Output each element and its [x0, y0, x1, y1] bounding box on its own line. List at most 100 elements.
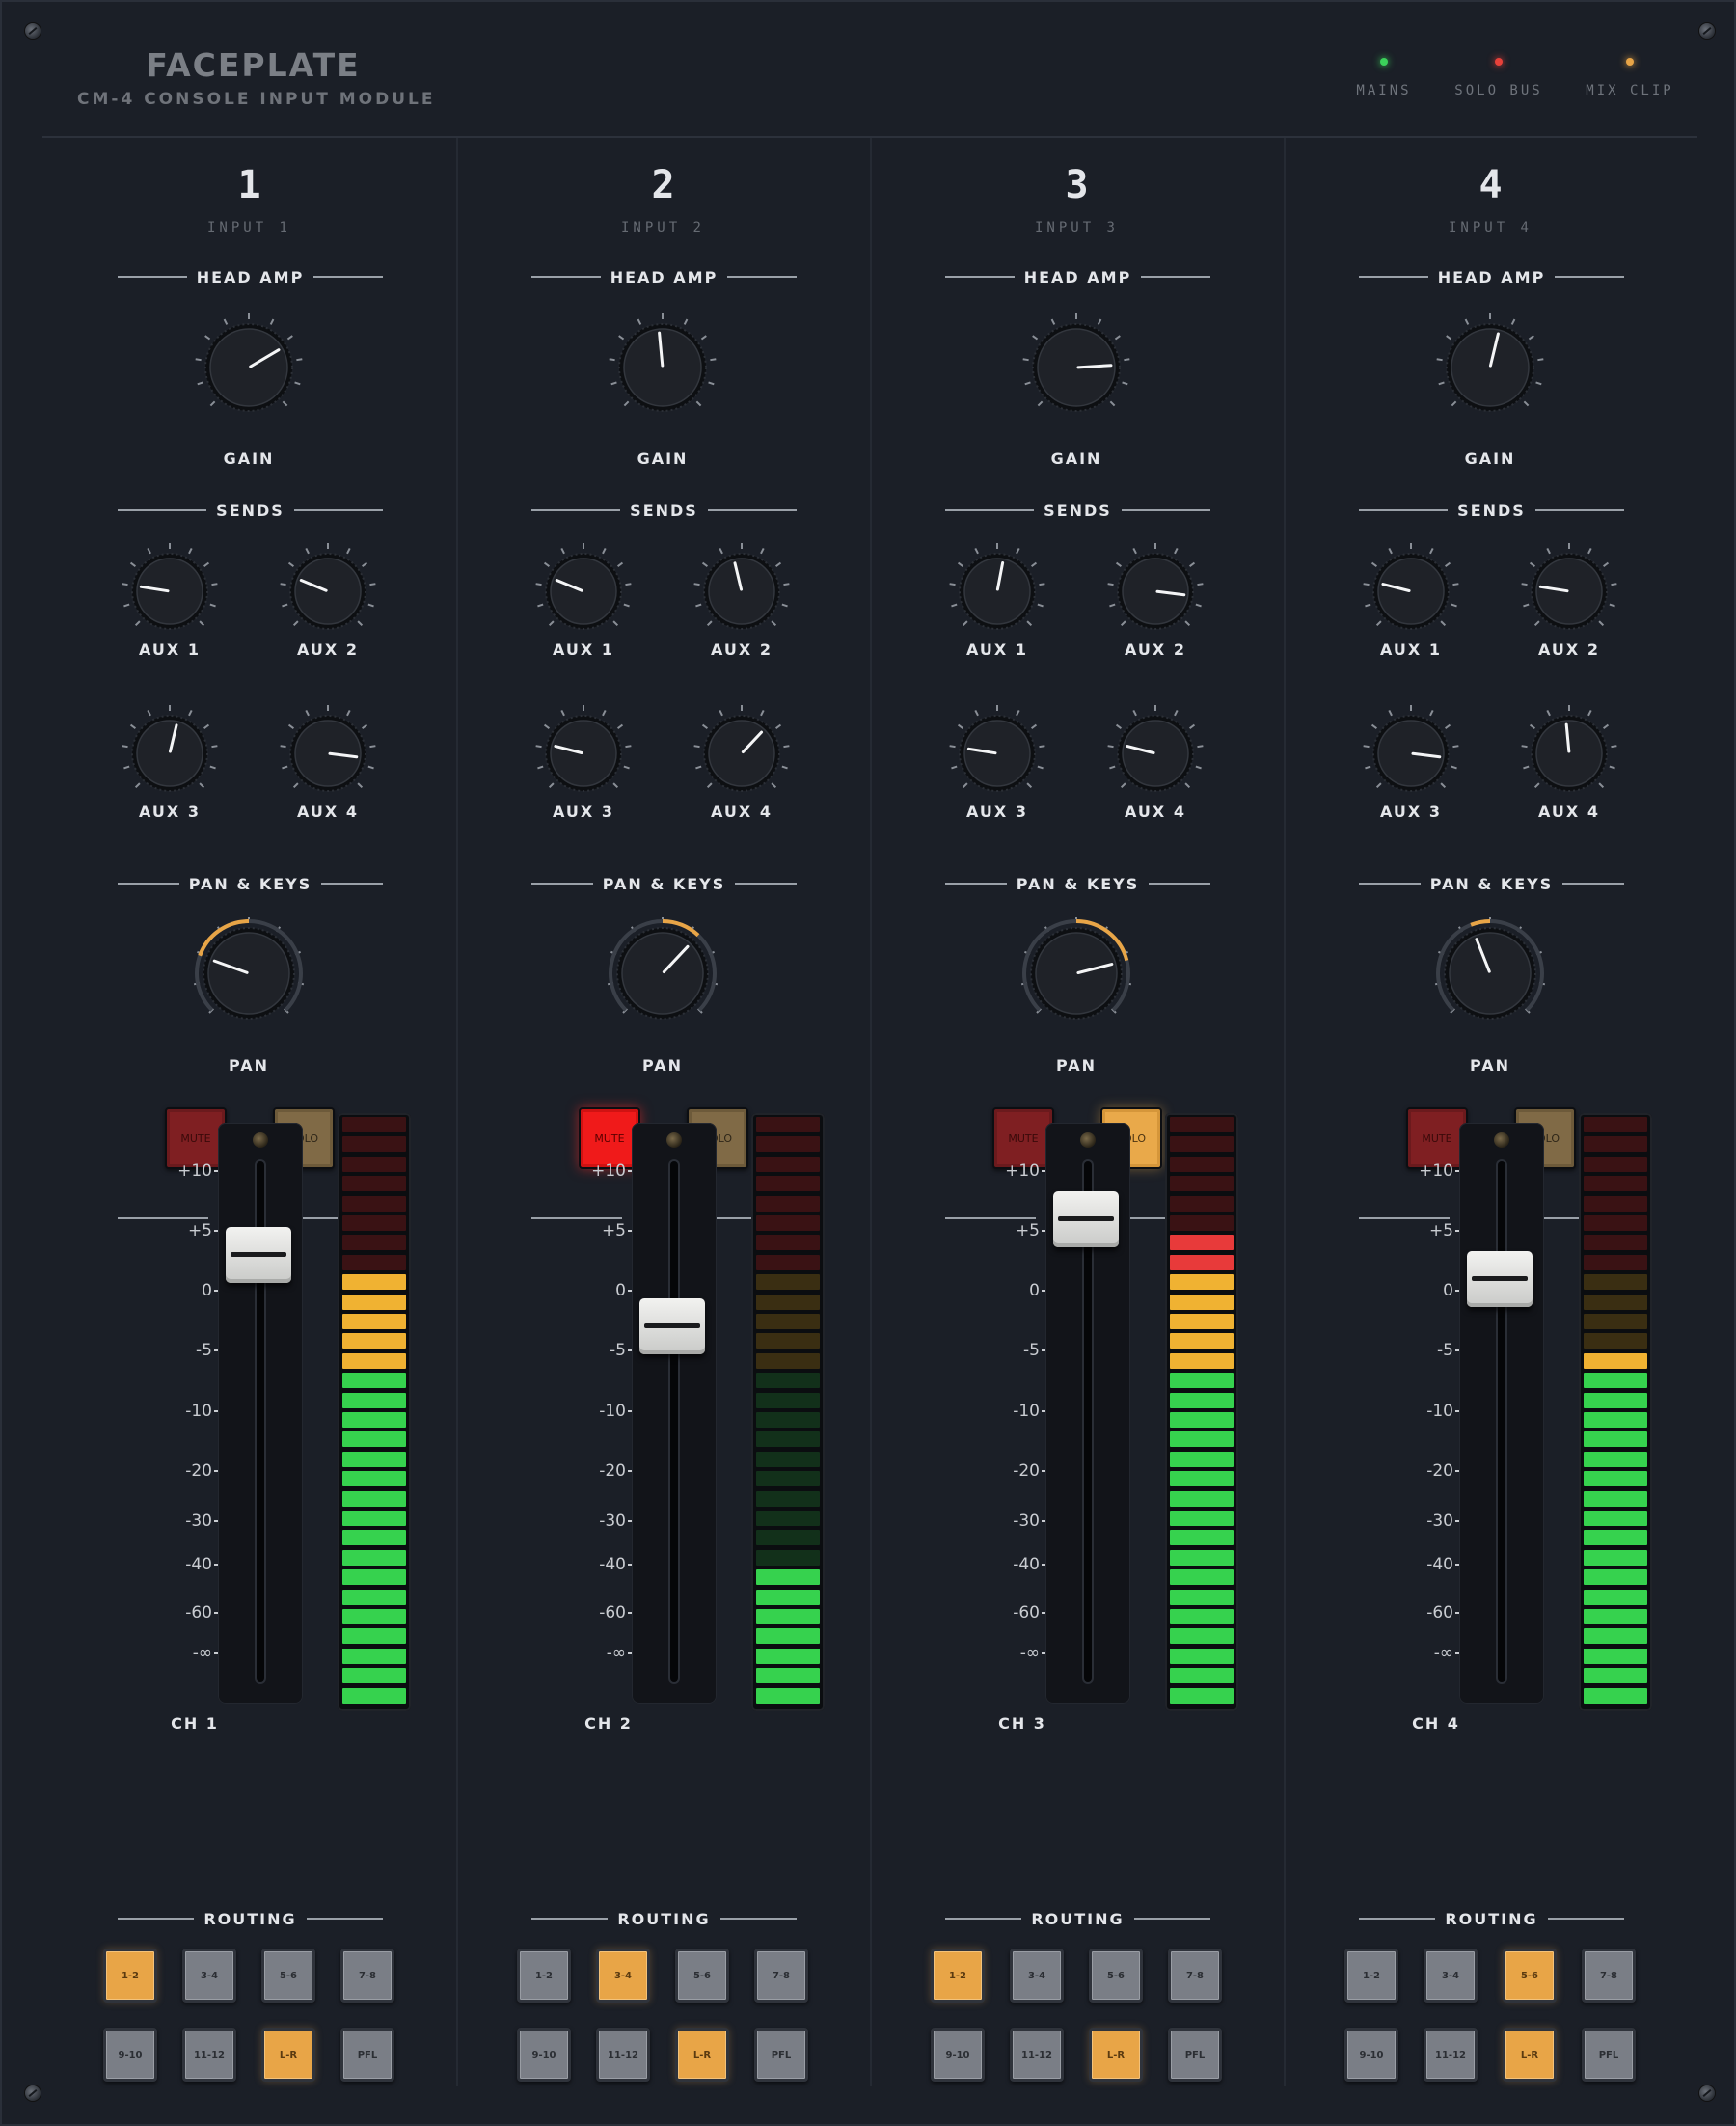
meter-segment: [756, 1431, 820, 1448]
knob-tick: [346, 709, 351, 717]
pan-knob[interactable]: [1428, 912, 1552, 1035]
aux-send-knob-3[interactable]: [943, 699, 1051, 807]
routing-button-3-4[interactable]: 3-4: [1010, 1949, 1064, 2003]
gain-knob[interactable]: [603, 308, 722, 427]
meter-segment: [342, 1530, 406, 1546]
pan-knob[interactable]: [1015, 912, 1138, 1035]
pan-knob[interactable]: [187, 912, 311, 1035]
routing-button-l-r[interactable]: L-R: [1503, 2028, 1557, 2082]
routing-button-11-12[interactable]: 11-12: [596, 2028, 650, 2082]
meter-segment: [756, 1609, 820, 1624]
fader-cap[interactable]: [226, 1226, 291, 1283]
fader-scale-label: +5: [1015, 1221, 1040, 1240]
routing-button-7-8[interactable]: 7-8: [1582, 1949, 1636, 2003]
routing-button-5-6[interactable]: 5-6: [1503, 1949, 1557, 2003]
aux-send-knob-3[interactable]: [116, 699, 224, 807]
aux-send-knob-1[interactable]: [116, 537, 224, 645]
knob-tick: [195, 358, 202, 362]
knob-tick: [775, 723, 782, 729]
routing-button-pfl[interactable]: PFL: [340, 2028, 394, 2082]
aux-label: AUX 1: [553, 641, 614, 659]
knob-cap: [207, 932, 290, 1015]
section-head-amp: HEAD AMP: [531, 267, 797, 286]
knob-tick: [122, 583, 128, 586]
routing-button-9-10[interactable]: 9-10: [517, 2028, 571, 2082]
routing-button-5-6[interactable]: 5-6: [261, 1949, 315, 2003]
routing-button-3-4[interactable]: 3-4: [596, 1949, 650, 2003]
meter-segment: [1170, 1431, 1234, 1448]
gain-knob[interactable]: [1017, 308, 1136, 427]
knob-tick: [1451, 603, 1457, 608]
routing-button-1-2[interactable]: 1-2: [517, 1949, 571, 2003]
section-rule: [1359, 1217, 1450, 1219]
meter-segment: [342, 1668, 406, 1684]
aux-send-knob-1[interactable]: [943, 537, 1051, 645]
routing-button-l-r[interactable]: L-R: [1089, 2028, 1143, 2082]
section-rule: [1359, 1918, 1436, 1920]
fader-cap[interactable]: [1053, 1190, 1119, 1247]
meter-segment: [756, 1648, 820, 1664]
aux-send-knob-1[interactable]: [529, 537, 637, 645]
knob-tick: [357, 620, 364, 627]
aux-send-knob-2[interactable]: [688, 537, 796, 645]
knob-tick: [623, 603, 630, 608]
aux-send-knob-3[interactable]: [529, 699, 637, 807]
section-routing-label: ROUTING: [203, 1909, 297, 1928]
fader-cap[interactable]: [639, 1298, 705, 1355]
gain-knob[interactable]: [189, 308, 309, 427]
gain-knob[interactable]: [1430, 308, 1550, 427]
aux-send-knob-4[interactable]: [1101, 699, 1209, 807]
aux-send-knob-3[interactable]: [1357, 699, 1465, 807]
knob-tick: [286, 335, 293, 341]
routing-button-pfl[interactable]: PFL: [1582, 2028, 1636, 2082]
knob-tick: [1440, 620, 1447, 627]
knob-tick: [560, 547, 565, 555]
knob-tick: [1529, 723, 1535, 729]
routing-button-7-8[interactable]: 7-8: [340, 1949, 394, 2003]
pan-knob[interactable]: [601, 912, 724, 1035]
knob-tick: [1037, 603, 1044, 608]
knob-tick: [962, 620, 968, 627]
meter-segment: [756, 1254, 820, 1270]
routing-button-pfl[interactable]: PFL: [1168, 2028, 1222, 2082]
aux-send-knob-1[interactable]: [1357, 537, 1465, 645]
routing-button-7-8[interactable]: 7-8: [754, 1949, 808, 2003]
meter-segment: [756, 1549, 820, 1566]
knob-tick: [1429, 709, 1434, 717]
knob-tick: [1189, 723, 1196, 729]
routing-button-l-r[interactable]: L-R: [675, 2028, 729, 2082]
aux-send-knob-4[interactable]: [1515, 699, 1623, 807]
routing-button-1-2[interactable]: 1-2: [931, 1949, 985, 2003]
routing-button-1-2[interactable]: 1-2: [103, 1949, 157, 2003]
fader-scale-label: -40: [1013, 1555, 1040, 1574]
routing-button-l-r[interactable]: L-R: [261, 2028, 315, 2082]
routing-button-5-6[interactable]: 5-6: [675, 1949, 729, 2003]
routing-button-9-10[interactable]: 9-10: [931, 2028, 985, 2082]
gain-label: GAIN: [637, 450, 689, 468]
aux-send-knob-4[interactable]: [688, 699, 796, 807]
routing-button-1-2[interactable]: 1-2: [1344, 1949, 1398, 2003]
knob-tick: [1388, 709, 1393, 717]
fader-scale-label: +10: [591, 1161, 626, 1181]
knob-tick: [1611, 745, 1617, 749]
routing-button-pfl[interactable]: PFL: [754, 2028, 808, 2082]
routing-button-9-10[interactable]: 9-10: [1344, 2028, 1398, 2082]
routing-button-5-6[interactable]: 5-6: [1089, 1949, 1143, 2003]
routing-button-3-4[interactable]: 3-4: [182, 1949, 236, 2003]
routing-button-11-12[interactable]: 11-12: [1010, 2028, 1064, 2082]
aux-send-knob-2[interactable]: [1515, 537, 1623, 645]
routing-button-11-12[interactable]: 11-12: [1424, 2028, 1478, 2082]
fader-scale-label: -60: [1426, 1603, 1453, 1622]
aux-send-knob-2[interactable]: [274, 537, 382, 645]
routing-button-3-4[interactable]: 3-4: [1424, 1949, 1478, 2003]
knob-tick: [1609, 765, 1615, 770]
knob-tick: [1197, 745, 1204, 749]
routing-button-11-12[interactable]: 11-12: [182, 2028, 236, 2082]
aux-send-knob-2[interactable]: [1101, 537, 1209, 645]
level-meter: [1579, 1113, 1652, 1711]
routing-button-9-10[interactable]: 9-10: [103, 2028, 157, 2082]
fader-cap[interactable]: [1467, 1250, 1533, 1307]
aux-send-knob-4[interactable]: [274, 699, 382, 807]
fader-scale-label: -60: [185, 1603, 212, 1622]
routing-button-7-8[interactable]: 7-8: [1168, 1949, 1222, 2003]
